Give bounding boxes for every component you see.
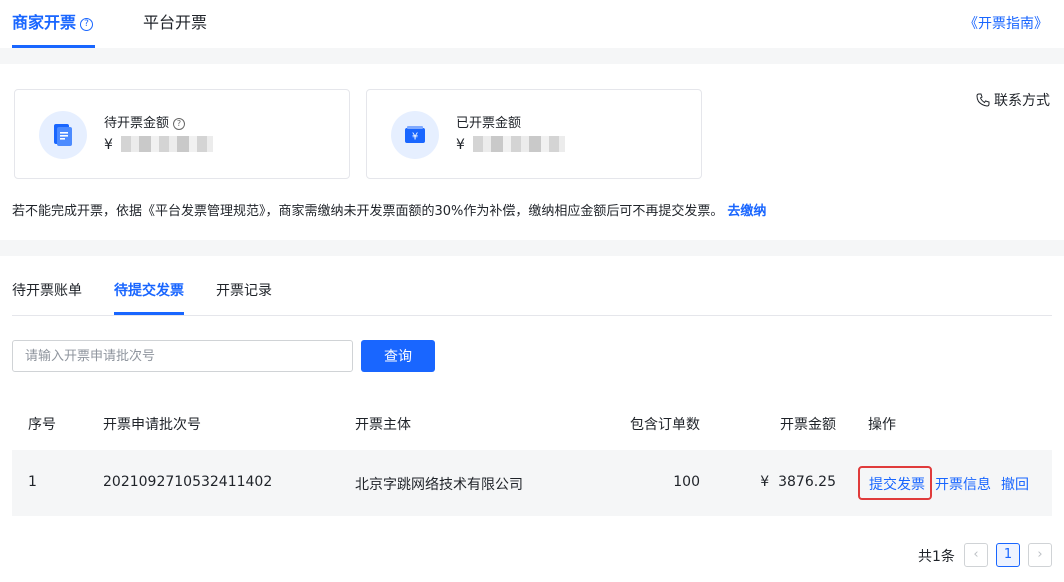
tab-pending-submission[interactable]: 待提交发票 [114, 280, 184, 300]
withdraw-link[interactable]: 撤回 [1001, 474, 1029, 494]
pending-amount-value: ¥ [104, 136, 213, 153]
cell-index: 1 [28, 474, 37, 490]
invoice-guide-link[interactable]: 《开票指南》 [964, 13, 1048, 33]
pending-amount-label-text: 待开票金额 [104, 116, 170, 131]
top-tab-bar: 商家开票? 平台开票 《开票指南》 [0, 0, 1064, 48]
cell-entity: 北京字跳网络技术有限公司 [355, 477, 523, 493]
pending-amount-card: 待开票金额? ¥ [14, 89, 350, 179]
tab-pending-bills[interactable]: 待开票账单 [12, 280, 82, 300]
invoiced-amount-value: ¥ [456, 136, 565, 153]
phone-icon [976, 93, 990, 107]
redacted-value [472, 136, 565, 152]
cell-amount: ¥ 3876.25 [760, 474, 836, 490]
column-header-actions: 操作 [868, 417, 896, 433]
yen-card-icon: ¥ [391, 111, 439, 159]
active-subtab-indicator [114, 312, 184, 315]
pay-link[interactable]: 去缴纳 [727, 204, 766, 219]
contact-link[interactable]: 联系方式 [976, 90, 1050, 110]
pending-amount-label: 待开票金额? [104, 112, 186, 131]
tab-invoice-records[interactable]: 开票记录 [216, 280, 272, 300]
notice-text: 若不能完成开票，依据《平台发票管理规范》，商家需缴纳未开发票面额的30%作为补偿… [12, 204, 724, 219]
section-divider [0, 48, 1064, 64]
contact-label: 联系方式 [994, 93, 1050, 109]
invoice-info-link[interactable]: 开票信息 [935, 474, 991, 494]
prev-page-button[interactable]: ‹ [964, 543, 988, 567]
summary-section: 待开票金额? ¥ ¥ 已开票金额 ¥ 联系方式 若不能完成开票，依据《平台发票管… [0, 64, 1064, 240]
page-button-current[interactable]: 1 [996, 543, 1020, 567]
tab-platform-invoice-label: 平台开票 [143, 13, 208, 32]
invoiced-amount-card: ¥ 已开票金额 ¥ [366, 89, 702, 179]
pagination-total: 共1条 [918, 549, 955, 565]
column-header-batch-no: 开票申请批次号 [103, 417, 201, 433]
help-icon[interactable]: ? [173, 118, 186, 130]
submit-invoice-link[interactable]: 提交发票 [869, 474, 925, 494]
help-icon[interactable]: ? [80, 18, 94, 31]
document-icon [39, 111, 87, 159]
next-page-button[interactable]: › [1028, 543, 1052, 567]
invoiced-amount-label: 已开票金额 [456, 116, 522, 131]
svg-text:¥: ¥ [412, 132, 418, 143]
column-header-order-count: 包含订单数 [630, 417, 700, 433]
invoice-sub-tabs: 待开票账单 待提交发票 开票记录 [12, 256, 1052, 316]
compensation-notice: 若不能完成开票，依据《平台发票管理规范》，商家需缴纳未开发票面额的30%作为补偿… [12, 200, 766, 219]
currency-symbol: ¥ [104, 137, 113, 153]
query-button[interactable]: 查询 [361, 340, 435, 372]
tab-platform-invoice[interactable]: 平台开票 [143, 12, 207, 34]
batch-number-search-input[interactable] [12, 340, 353, 372]
section-divider [0, 240, 1064, 256]
column-header-index: 序号 [28, 417, 56, 433]
tab-merchant-invoice[interactable]: 商家开票? [12, 12, 94, 34]
column-header-amount: 开票金额 [780, 417, 836, 433]
cell-order-count: 100 [673, 474, 700, 490]
tab-merchant-invoice-label: 商家开票 [12, 13, 77, 32]
redacted-value [120, 136, 213, 152]
cell-batch-no: 2021092710532411402 [103, 474, 273, 490]
currency-symbol: ¥ [456, 137, 465, 153]
column-header-entity: 开票主体 [355, 417, 411, 433]
